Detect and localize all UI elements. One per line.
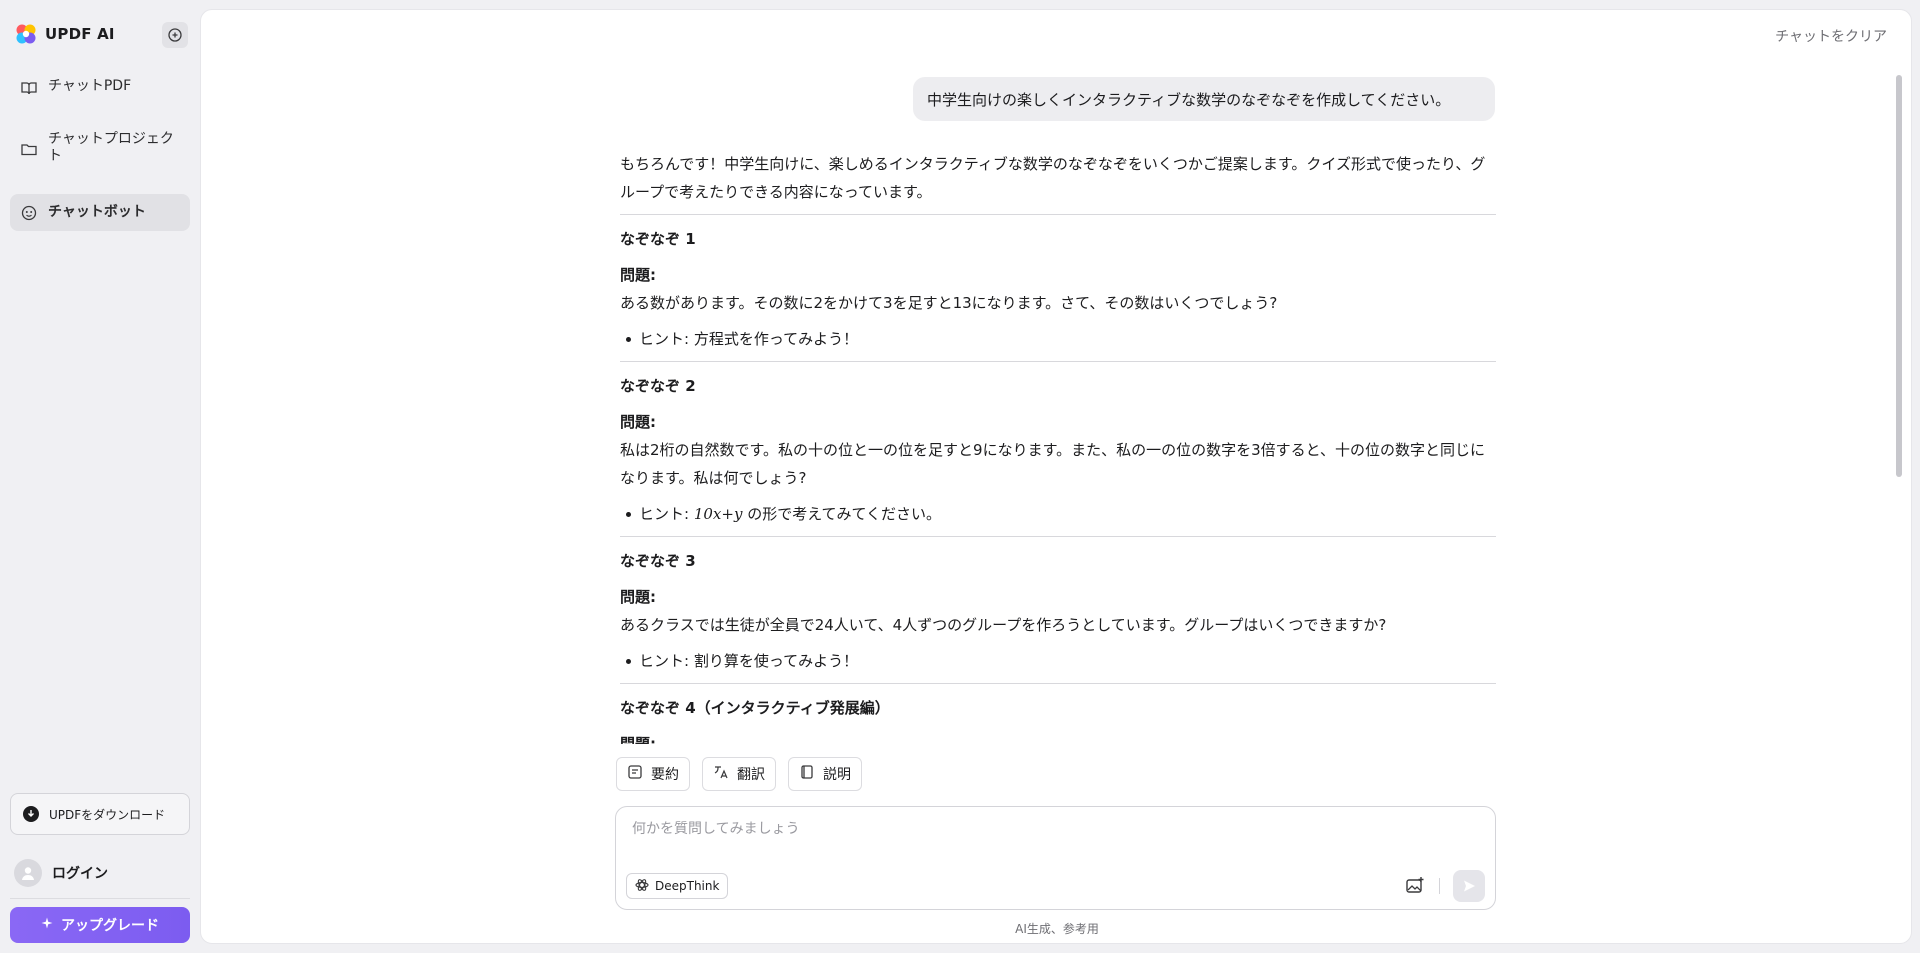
- hint-text: ヒント:: [639, 505, 694, 523]
- hint: ヒント: 10x+y の形で考えてみてください。: [620, 500, 1496, 528]
- explain-button[interactable]: 説明: [788, 757, 862, 791]
- updf-logo-icon: [15, 23, 37, 45]
- bot-icon: [20, 204, 38, 222]
- user-message: 中学生向けの楽しくインタラクティブな数学のなぞなぞを作成してください。: [913, 77, 1495, 121]
- chat-panel: チャットをクリア 中学生向けの楽しくインタラクティブな数学のなぞなぞを作成してく…: [200, 9, 1912, 944]
- send-button[interactable]: [1453, 870, 1485, 902]
- divider: [1439, 878, 1440, 894]
- riddle-3: なぞなぞ 3 問題: あるクラスでは生徒が全員で24人いて、4人ずつのグループを…: [620, 547, 1496, 675]
- scrollbar[interactable]: [1896, 75, 1902, 477]
- divider: [10, 898, 190, 899]
- brand-name: UPDF AI: [45, 25, 115, 43]
- translate-label: 翻訳: [737, 767, 765, 783]
- summary-icon: [627, 764, 643, 784]
- question-text: 私は2桁の自然数です。私の十の位と一の位を足すと9になります。また、私の一の位の…: [620, 441, 1486, 487]
- new-chat-button[interactable]: [162, 22, 188, 48]
- clear-chat-button[interactable]: チャットをクリア: [1775, 26, 1887, 46]
- hint: ヒント: 方程式を作ってみよう！: [620, 325, 1496, 353]
- hint-math: 10x+y: [693, 505, 743, 523]
- download-icon: [23, 806, 39, 822]
- assistant-response: もちろんです！中学生向けに、楽しめるインタラクティブな数学のなぞなぞをいくつかご…: [620, 150, 1496, 744]
- download-updf-button[interactable]: UPDFをダウンロード: [10, 793, 190, 835]
- sidebar-item-label: チャットプロジェクト: [48, 131, 174, 164]
- book-icon: [20, 79, 38, 97]
- divider: [620, 214, 1496, 215]
- sidebar-item-chat-project[interactable]: チャットプロジェクト: [10, 131, 190, 165]
- sidebar: UPDF AI チャットPDF チャットプロジェクト チャットボット UPDFを…: [0, 0, 199, 953]
- sparkle-icon: [41, 917, 53, 933]
- sidebar-item-label: チャットPDF: [48, 78, 132, 94]
- hint-text: ヒント: 方程式を作ってみよう！: [639, 330, 859, 348]
- hint-text: ヒント: 割り算を使ってみよう！: [639, 652, 859, 670]
- avatar: [14, 859, 42, 887]
- question-label: 問題:: [620, 266, 656, 284]
- sidebar-item-label: チャットボット: [48, 204, 146, 220]
- folder-icon: [20, 140, 38, 158]
- riddle-1: なぞなぞ 1 問題: ある数があります。その数に2をかけて3を足すと13になりま…: [620, 225, 1496, 353]
- response-intro: もちろんです！中学生向けに、楽しめるインタラクティブな数学のなぞなぞをいくつかご…: [620, 155, 1486, 201]
- login-button[interactable]: ログイン: [14, 859, 108, 887]
- upgrade-button[interactable]: アップグレード: [10, 907, 190, 943]
- quick-actions: 要約 翻訳 説明: [616, 757, 862, 791]
- atom-icon: [635, 878, 649, 895]
- riddle-title: なぞなぞ 2: [620, 377, 696, 395]
- divider: [620, 536, 1496, 537]
- download-label: UPDFをダウンロード: [49, 807, 166, 822]
- user-message-text: 中学生向けの楽しくインタラクティブな数学のなぞなぞを作成してください。: [927, 90, 1451, 109]
- question-label: 問題:: [620, 735, 656, 744]
- chat-history-icon: [168, 28, 182, 42]
- sidebar-item-chatbot[interactable]: チャットボット: [10, 194, 190, 231]
- ai-disclaimer: AI生成、参考用: [1015, 922, 1099, 936]
- question-text: ある数があります。その数に2をかけて3を足すと13になります。さて、その数はいく…: [620, 294, 1278, 312]
- divider: [620, 683, 1496, 684]
- riddle-title: なぞなぞ 1: [620, 230, 696, 248]
- image-icon: [1406, 877, 1424, 893]
- bullet: [626, 336, 631, 342]
- brand[interactable]: UPDF AI: [15, 22, 115, 46]
- user-icon: [22, 867, 34, 880]
- deepthink-label: DeepThink: [655, 879, 720, 893]
- summarize-button[interactable]: 要約: [616, 757, 690, 791]
- send-icon: [1464, 880, 1475, 892]
- riddle-title: なぞなぞ 4（インタラクティブ発展編）: [620, 699, 890, 717]
- deepthink-toggle[interactable]: DeepThink: [626, 873, 729, 899]
- image-upload-button[interactable]: [1403, 874, 1427, 898]
- explain-icon: [799, 764, 815, 784]
- translate-button[interactable]: 翻訳: [702, 757, 776, 791]
- message-input[interactable]: [632, 821, 1452, 837]
- sidebar-item-chat-pdf[interactable]: チャットPDF: [10, 78, 190, 96]
- hint-text-suffix: の形で考えてみてください。: [742, 505, 941, 523]
- riddle-2: なぞなぞ 2 問題: 私は2桁の自然数です。私の十の位と一の位を足すと9になりま…: [620, 372, 1496, 528]
- question-text: あるクラスでは生徒が全員で24人いて、4人ずつのグループを作ろうとしています。グ…: [620, 616, 1387, 634]
- login-label: ログイン: [52, 866, 108, 882]
- hint: ヒント: 割り算を使ってみよう！: [620, 647, 1496, 675]
- bullet: [626, 511, 631, 517]
- question-label: 問題:: [620, 588, 656, 606]
- riddle-title: なぞなぞ 3: [620, 552, 696, 570]
- translate-icon: [713, 764, 729, 784]
- riddle-4: なぞなぞ 4（インタラクティブ発展編） 問題:: [620, 694, 1496, 744]
- bullet: [626, 658, 631, 664]
- explain-label: 説明: [823, 767, 851, 783]
- upgrade-label: アップグレード: [61, 918, 159, 934]
- divider: [620, 361, 1496, 362]
- message-composer: DeepThink: [615, 806, 1496, 910]
- question-label: 問題:: [620, 413, 656, 431]
- summarize-label: 要約: [651, 767, 679, 783]
